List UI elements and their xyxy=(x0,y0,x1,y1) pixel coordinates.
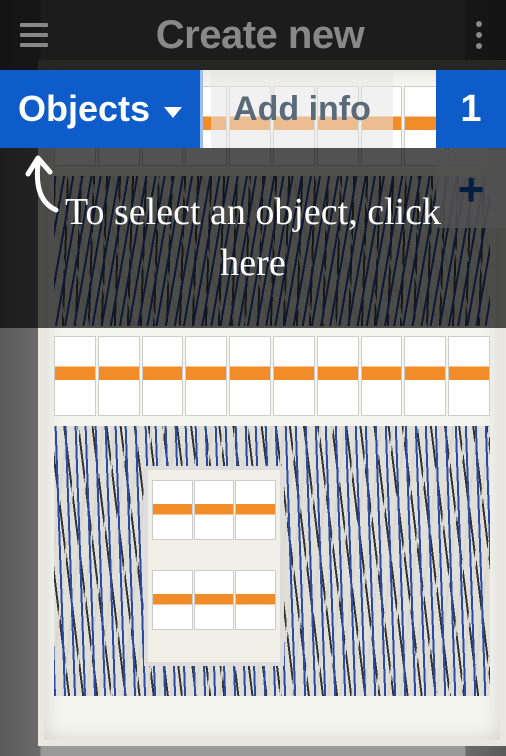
objects-dropdown-button[interactable]: Objects xyxy=(0,70,203,148)
toolbar: Objects Add info 1 xyxy=(0,70,506,148)
add-info-button[interactable]: Add info xyxy=(211,70,393,148)
add-info-label: Add info xyxy=(233,90,371,129)
app-header: Create new xyxy=(0,0,506,70)
chevron-down-icon xyxy=(164,107,182,118)
app-root: Create new Objects Add info 1 + To selec… xyxy=(0,0,506,756)
page-title: Create new xyxy=(156,13,364,58)
objects-label: Objects xyxy=(18,88,150,130)
object-count-badge: 1 xyxy=(436,70,506,148)
count-value: 1 xyxy=(460,88,481,131)
coach-mark-overlay: To select an object, click here xyxy=(0,148,506,328)
more-options-icon[interactable] xyxy=(464,13,494,57)
coach-mark-text: To select an object, click here xyxy=(0,148,506,328)
menu-icon[interactable] xyxy=(12,15,56,55)
